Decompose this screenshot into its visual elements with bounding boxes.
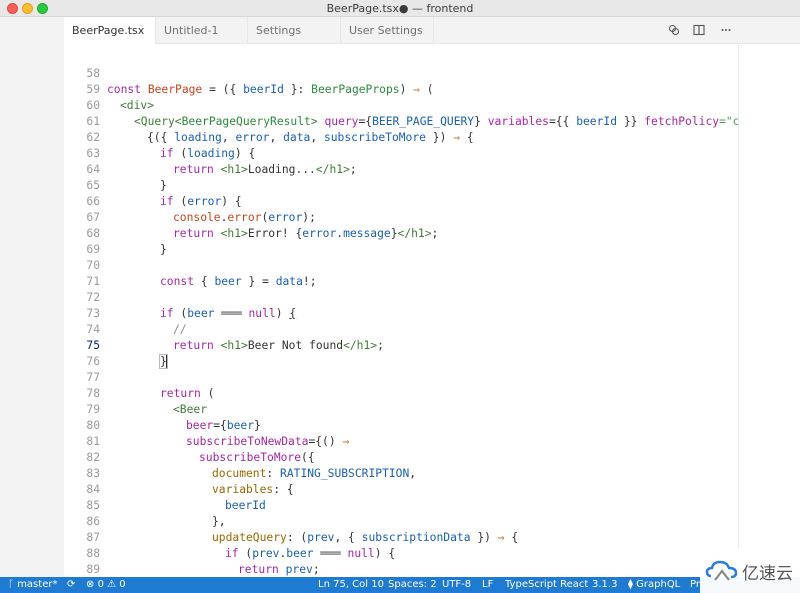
code-line: 81 subscribeToMore({: [64, 418, 738, 464]
code-line: 58 const BeerPage = ({ beerId }: BeerPag…: [64, 50, 738, 96]
tab-label: Settings: [256, 24, 302, 37]
code-line-current: 75 }: [64, 322, 738, 369]
code-line: 80 subscribeToNewData={() ⇒: [64, 402, 738, 448]
line-number: 89: [86, 563, 100, 576]
encoding-status[interactable]: UTF-8: [442, 577, 471, 593]
code-line: 73 //: [64, 290, 738, 336]
tab-label: User Settings: [349, 24, 423, 37]
more-actions-icon[interactable]: [720, 24, 732, 36]
cloud-logo-icon: [705, 560, 738, 581]
language-mode[interactable]: TypeScript React: [505, 577, 588, 593]
code-line: 65 if (error) {: [64, 162, 738, 208]
code-line: 79 beer={beer}: [64, 386, 738, 432]
watermark-text: 亿速云: [742, 564, 793, 584]
code-line: 86 updateQuery: (prev, { subscriptionDat…: [64, 498, 738, 544]
code-line: 88 return prev;: [64, 530, 738, 576]
minimap-area: [738, 44, 800, 577]
problems-status[interactable]: ⊗ 0 ⚠ 0: [86, 577, 126, 593]
tab-label: Untitled-1: [164, 24, 219, 37]
title-bar: BeerPage.tsx● — frontend: [0, 0, 800, 17]
code-line: 63 return <h1>Loading...</h1>;: [64, 130, 738, 176]
tab-label: BeerPage.tsx: [72, 24, 145, 37]
editor-tab-bar: BeerPage.tsx Untitled-1 Settings User Se…: [64, 17, 800, 62]
branch-name: master*: [17, 579, 58, 590]
code-line: 89 }: [64, 546, 738, 576]
status-bar: ᚴ master* ⟳ ⊗ 0 ⚠ 0 Ln 75, Col 10 Spaces…: [0, 577, 800, 593]
error-count: 0: [97, 579, 104, 590]
tab-beerpage[interactable]: BeerPage.tsx: [64, 17, 156, 62]
tab-untitled[interactable]: Untitled-1: [156, 17, 248, 44]
open-changes-icon[interactable]: [668, 24, 680, 36]
code-line: 71: [64, 258, 738, 288]
window-title: BeerPage.tsx● — frontend: [326, 2, 474, 15]
eol-status[interactable]: LF: [482, 577, 493, 593]
code-line: 78 <Beer: [64, 370, 738, 416]
code-line: 66 console.error(error);: [64, 178, 738, 224]
code-line: 69: [64, 226, 738, 256]
code-line: 60 <Query<BeerPageQueryResult> query={BE…: [64, 82, 738, 128]
tab-user-settings[interactable]: User Settings: [341, 17, 434, 44]
code-line: 77 return (: [64, 354, 738, 400]
warning-count: 0: [119, 579, 126, 590]
code-line: 83 variables: {: [64, 450, 738, 496]
branch-status[interactable]: ᚴ master*: [8, 577, 57, 593]
tab-settings[interactable]: Settings: [248, 17, 341, 44]
indentation-status[interactable]: Spaces: 2: [388, 577, 437, 593]
graphql-status[interactable]: ⧫ GraphQL: [628, 577, 680, 593]
sync-icon[interactable]: ⟳: [67, 577, 75, 593]
split-editor-icon[interactable]: [693, 24, 705, 36]
watermark: 亿速云: [700, 548, 800, 593]
code-line: 82 document: RATING_SUBSCRIPTION,: [64, 434, 738, 480]
code-line: 67 return <h1>Error! {error.message}</h1…: [64, 194, 738, 240]
code-line: 62 if (loading) {: [64, 114, 738, 160]
error-icon: ⊗: [86, 579, 95, 590]
graphql-icon: ⧫: [628, 579, 633, 590]
prettier-status[interactable]: Pr: [690, 577, 700, 593]
code-line: 70 const { beer } = data!;: [64, 242, 738, 288]
code-editor[interactable]: 58 const BeerPage = ({ beerId }: BeerPag…: [64, 44, 738, 577]
code-line: 59 <div>: [64, 66, 738, 112]
activity-area: [0, 17, 64, 577]
code-line: 85 },: [64, 482, 738, 528]
warning-icon: ⚠: [107, 579, 117, 590]
git-branch-icon: ᚴ: [8, 579, 14, 590]
typescript-version[interactable]: 3.1.3: [592, 577, 617, 593]
code-line: 74 return <h1>Beer Not found</h1>;: [64, 306, 738, 352]
code-text: return prev;: [238, 563, 320, 576]
code-line: 84 beerId: [64, 466, 738, 512]
cursor-position[interactable]: Ln 75, Col 10: [318, 577, 384, 593]
code-line: 87 if (prev.beer ═══ null) {: [64, 514, 738, 560]
code-line: 64 }: [64, 146, 738, 192]
code-line: 61 {({ loading, error, data, subscribeTo…: [64, 98, 738, 144]
code-line: 72 if (beer ═══ null) {: [64, 274, 738, 320]
graphql-label: GraphQL: [636, 579, 681, 590]
code-line: 76: [64, 338, 738, 368]
code-line: 68 }: [64, 210, 738, 256]
